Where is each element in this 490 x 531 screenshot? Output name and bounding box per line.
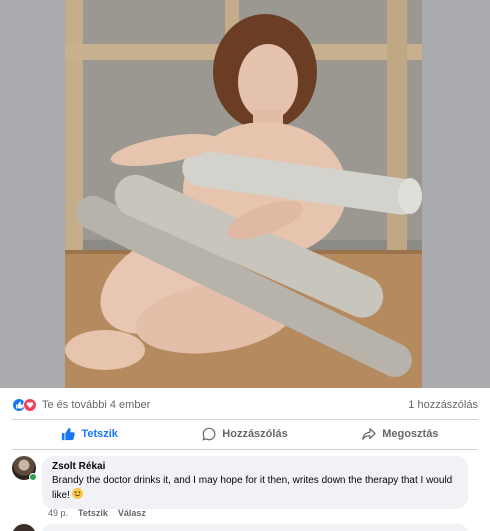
comment-meta: 49 p. Tetszik Válasz	[48, 508, 146, 518]
comment-text-block: Brandy the doctor drinks it, and I may h…	[52, 474, 458, 503]
reaction-icons[interactable]	[12, 398, 37, 412]
divider	[12, 449, 478, 450]
post-photo-area	[0, 0, 490, 388]
comment-text: Brandy the doctor drinks it, and I may h…	[52, 475, 453, 501]
comment-bubble: Zsolt Rékai Brandy the doctor drinks it,…	[42, 456, 468, 509]
comment-time[interactable]: 49 p.	[48, 508, 68, 518]
share-arrow-icon	[362, 428, 376, 440]
reactions-summary[interactable]: Te és további 4 ember	[42, 399, 150, 411]
comment-author[interactable]: Zsolt Rékai	[52, 460, 458, 474]
comment-button-label: Hozzászólás	[222, 428, 288, 440]
smiley-emoji-icon	[71, 488, 83, 499]
comments-count[interactable]: 1 hozzászólás	[408, 399, 478, 411]
like-button[interactable]: Tetszik	[12, 421, 167, 447]
facebook-post: Te és további 4 ember 1 hozzászólás Tets…	[0, 0, 490, 531]
post-actions: Tetszik Hozzászólás Megosztás	[12, 420, 478, 448]
share-button[interactable]: Megosztás	[323, 421, 478, 447]
thumbs-up-icon	[62, 427, 76, 441]
comment-reply-link[interactable]: Válasz	[118, 508, 146, 518]
comment-like-link[interactable]: Tetszik	[78, 508, 108, 518]
speech-bubble-icon	[202, 427, 216, 441]
post-photo[interactable]	[65, 0, 422, 388]
reactions-bar: Te és további 4 ember 1 hozzászólás	[12, 394, 478, 416]
online-status-dot	[29, 473, 37, 481]
comment-button[interactable]: Hozzászólás	[167, 421, 322, 447]
avatar[interactable]	[12, 524, 36, 531]
share-button-label: Megosztás	[382, 428, 439, 440]
comment-bubble	[42, 524, 468, 531]
like-button-label: Tetszik	[81, 428, 118, 440]
photo-illustration	[65, 0, 422, 388]
love-icon	[23, 398, 37, 412]
